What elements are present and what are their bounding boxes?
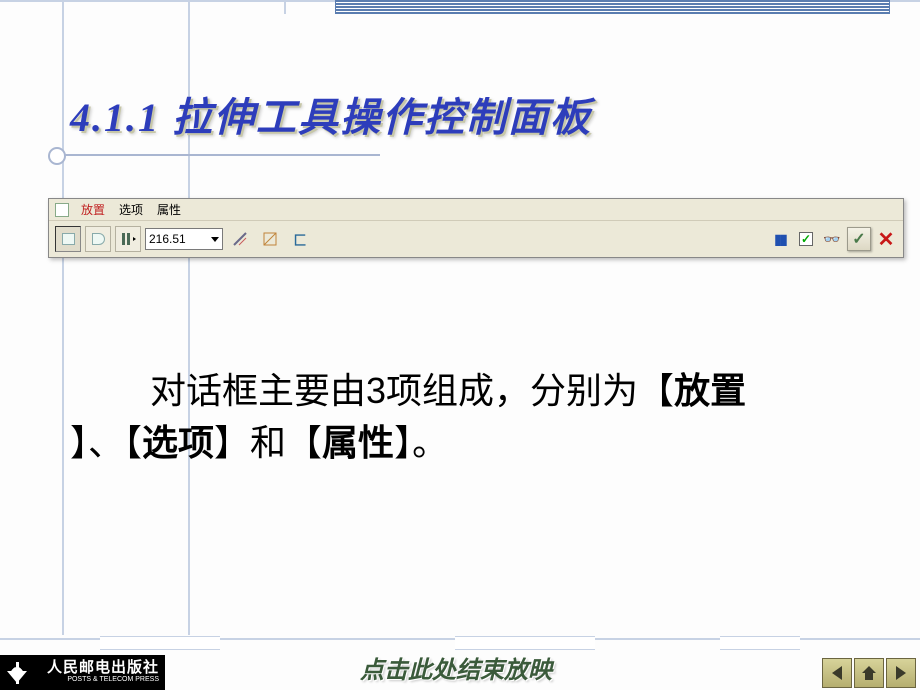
panel-tabs: 放置 选项 属性 [49, 199, 903, 221]
body-text: 】、【 [70, 422, 142, 463]
glasses-icon[interactable]: 👓 [821, 228, 843, 250]
chevron-down-icon [211, 237, 219, 242]
extrude-mode-2-button[interactable] [85, 226, 111, 252]
depth-dropdown-button[interactable] [115, 226, 141, 252]
tab-options[interactable]: 选项 [115, 199, 147, 220]
body-text: 】和【 [214, 422, 322, 463]
decor-top-hatch [335, 0, 890, 14]
keyword-properties: 属性 [322, 422, 394, 463]
publisher-mark-icon [4, 660, 30, 686]
depth-value-input[interactable]: 216.51 [145, 228, 223, 250]
body-text: 项组成，分别为【 [386, 370, 674, 411]
decor-bottom-segs [0, 636, 920, 650]
pause-button[interactable]: ▮▮ [769, 228, 791, 250]
depth-value-text: 216.51 [149, 232, 186, 246]
ok-button[interactable]: ✓ [847, 227, 871, 251]
extrude-mode-1-button[interactable] [55, 226, 81, 252]
next-arrow-icon [892, 664, 910, 682]
slide-heading: 4.1.1 拉伸工具操作控制面板 [70, 85, 592, 143]
body-text: 】。 [394, 422, 448, 463]
thin-feature-button[interactable]: 匚 [287, 226, 313, 252]
keyword-place: 放置 [674, 370, 746, 411]
preview-checkbox[interactable]: ✓ [795, 228, 817, 250]
decor-vline [62, 0, 64, 635]
slide-nav [822, 658, 916, 688]
body-text: 对话框主要由 [150, 370, 366, 411]
keyword-options: 选项 [142, 422, 214, 463]
end-slideshow-link[interactable]: 点击此处结束放映 [360, 650, 552, 685]
toolbar-panel: 放置 选项 属性 216.51 匚 ▮▮ ✓ 👓 ✓ ✕ [48, 198, 904, 258]
publisher-logo: 人民邮电出版社 POSTS & TELECOM PRESS [0, 655, 165, 690]
body-count: 3 [366, 370, 386, 411]
publisher-name-en: POSTS & TELECOM PRESS [67, 675, 159, 684]
home-button[interactable] [854, 658, 884, 688]
decor-vline [284, 0, 286, 14]
panel-toolbar-row: 216.51 匚 ▮▮ ✓ 👓 ✓ ✕ [49, 221, 903, 257]
home-icon [860, 664, 878, 682]
remove-material-button[interactable] [257, 226, 283, 252]
tab-place[interactable]: 放置 [77, 199, 109, 220]
cancel-button[interactable]: ✕ [875, 228, 897, 250]
publisher-name-cn: 人民邮电出版社 [47, 660, 159, 675]
prev-arrow-icon [828, 664, 846, 682]
doc-icon [55, 203, 69, 217]
heading-underline [60, 154, 380, 156]
tab-properties[interactable]: 属性 [153, 199, 185, 220]
prev-slide-button[interactable] [822, 658, 852, 688]
slide-body: 对话框主要由3项组成，分别为【放置 】、【选项】和【属性】。 [70, 365, 860, 469]
angle-button[interactable] [227, 226, 253, 252]
next-slide-button[interactable] [886, 658, 916, 688]
